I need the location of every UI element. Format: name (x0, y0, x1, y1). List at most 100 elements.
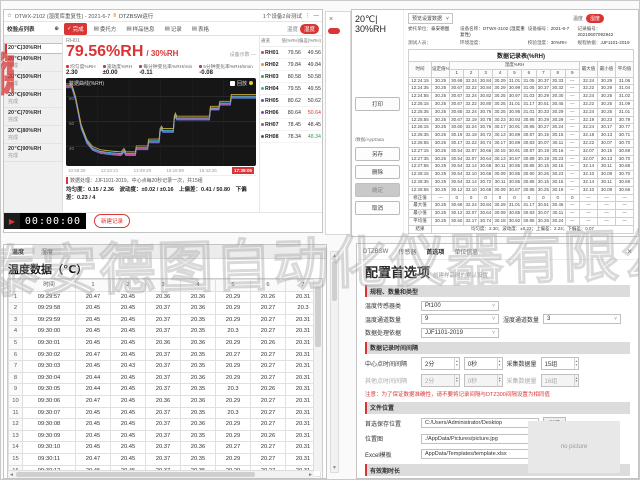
center-interval-sec-spinner[interactable]: 0秒▴▾ (464, 357, 503, 370)
play-button[interactable]: ▶ (4, 213, 20, 229)
scrollbar-thumb[interactable] (16, 472, 255, 477)
tab-委托方[interactable]: ▤委托方 (91, 23, 120, 35)
channel-color-dot (261, 99, 264, 102)
cell-value: 30.82 (478, 93, 492, 101)
favorite-star-icon[interactable]: ☆ (7, 13, 12, 19)
pref-tab-单位信息[interactable]: 单位信息 (454, 247, 478, 256)
hum-channel-count-select[interactable]: 3˅ (543, 314, 621, 324)
temp-sensor-type-select[interactable]: Pt100˅ (421, 301, 499, 311)
calibration-point-item[interactable]: 20℃|40%RH完成 (4, 54, 62, 72)
scroll-right-icon[interactable]: ► (308, 471, 313, 479)
cell-temp: 20.45 (76, 337, 111, 349)
tab-记录[interactable]: ▤记录 (162, 23, 185, 35)
log-table-row[interactable]: 1509:30:1120.4720.4520.3720.3520.2920.27… (9, 453, 321, 465)
center-count-spinner[interactable]: 15组▴▾ (541, 357, 580, 370)
calibration-point-item[interactable]: 20℃|60%RH完成 (4, 90, 62, 108)
calibration-point-item[interactable]: 20℃|30%RH完成 (4, 43, 63, 54)
toggle-temperature[interactable]: 温度 (287, 25, 298, 33)
log-table-row[interactable]: 809:30:0420.4420.4520.3720.3620.2920.272… (9, 372, 321, 384)
info-label: 设备编号： (528, 26, 551, 31)
row-index: 12 (9, 419, 23, 431)
cell-value: 30.95 (507, 108, 521, 116)
scrollbar-thumb[interactable] (332, 261, 337, 301)
channel-value: 78.34 (282, 134, 301, 140)
cell-value: 30.74 (478, 139, 492, 147)
temp-channel-count-select[interactable]: 9˅ (421, 314, 499, 324)
channel-name: RH07 (265, 122, 282, 128)
data-standard-select[interactable]: JJF1101-2019˅ (421, 328, 499, 338)
cell-value: --- (565, 93, 580, 101)
calibration-point-item[interactable]: 20℃|90%RH完成 (4, 144, 62, 162)
cell-set: 30.25 (432, 93, 450, 101)
log-table-row[interactable]: 609:30:0220.4720.4520.3720.3520.2720.272… (9, 349, 321, 361)
cell-temp: 20.37 (146, 453, 181, 465)
cell-value: 30.54 (450, 147, 464, 155)
取消-button[interactable]: 取消 (355, 201, 400, 215)
background-vertical-scrollbar[interactable]: ▲ ▼ (330, 251, 339, 473)
cell-value: 32.07 (464, 210, 478, 218)
tab-样品信息[interactable]: ▤样品信息 (123, 23, 157, 35)
log-table-row[interactable]: 709:30:0320.4520.4320.3720.3520.2920.272… (9, 361, 321, 373)
pref-tab-首选项[interactable]: 首选项 (426, 247, 444, 256)
close-icon[interactable]: × (329, 16, 333, 23)
cell-value: 30.89 (507, 132, 521, 140)
scrollbar-thumb[interactable] (315, 287, 321, 347)
log-table-row[interactable]: 1209:30:0820.4520.4520.3720.3620.2920.27… (9, 419, 321, 431)
log-table-row[interactable]: 309:29:5920.4520.4520.3720.3520.2920.272… (9, 314, 321, 326)
new-record-button[interactable]: 新建记录 (94, 214, 130, 228)
save-location-input[interactable]: C:/Users/Administrator/Desktop (421, 418, 539, 428)
report-toggle-humidity[interactable]: 湿度 (586, 14, 604, 23)
log-table-row[interactable]: 409:30:0020.4520.4520.3720.3520.320.2720… (9, 326, 321, 338)
pref-tab-DTZBSW[interactable]: DTZBSW (363, 249, 388, 255)
log-table-row[interactable]: 1009:30:0620.4720.4520.3620.3620.2920.27… (9, 395, 321, 407)
删除-button[interactable]: 删除 (355, 165, 400, 179)
cell-temp: 20.37 (146, 442, 181, 454)
log-table-row[interactable]: 909:30:0520.4420.4520.3720.3520.320.2620… (9, 384, 321, 396)
channel-color-dot (261, 63, 264, 66)
picture-path-input[interactable]: ./AppData/Pictures/picture.jpg (421, 434, 539, 444)
log-tab-温度[interactable]: 温度 (4, 245, 32, 258)
cell-temp: 20.45 (111, 349, 146, 361)
report-table-row: 12:27:5530.2530.5432.1430.6830.1130.8530… (409, 163, 634, 171)
report-view-dropdown[interactable]: 预览设置数据 ˅ (408, 13, 453, 24)
temp-vertical-scrollbar[interactable] (313, 279, 322, 471)
pref-tab-传感器[interactable]: 传感器 (398, 247, 416, 256)
scroll-down-icon[interactable]: ▼ (331, 464, 338, 472)
calibration-point-item[interactable]: 20℃|70%RH完成 (4, 108, 62, 126)
calibration-point-item[interactable]: 20℃|50%RH完成 (4, 72, 62, 90)
close-icon[interactable]: × (627, 247, 632, 256)
log-table-row[interactable]: 1309:30:0920.4520.4520.3720.3520.2920.26… (9, 430, 321, 442)
log-table-row[interactable]: 509:30:0120.4520.4520.3620.3620.2920.262… (9, 337, 321, 349)
more-icon[interactable]: ⋮ (305, 13, 311, 19)
toggle-humidity[interactable]: 湿度 (300, 24, 319, 34)
scroll-up-icon[interactable]: ▲ (331, 252, 338, 260)
add-point-icon[interactable]: ⊕ (54, 26, 59, 32)
legend-checkbox-icon[interactable] (230, 81, 235, 86)
log-table-row[interactable]: 109:29:5720.4720.4520.3620.3620.2920.262… (9, 291, 321, 303)
temperature-log-window: 温度湿度 温度数据（℃） 时间1234567109:29:5720.4720.4… (3, 244, 327, 479)
cell-max: 32.24 (580, 124, 598, 132)
temp-horizontal-scrollbar[interactable]: ◄ ► (8, 470, 314, 479)
log-table-row[interactable]: 1409:30:1020.4520.4520.3720.3620.2720.27… (9, 442, 321, 454)
另存-button[interactable]: 另存 (355, 147, 400, 161)
row-index: 8 (9, 372, 23, 384)
scroll-left-icon[interactable]: ◄ (9, 471, 14, 479)
print-button[interactable]: 打印 (355, 97, 400, 111)
log-tab-湿度[interactable]: 湿度 (33, 245, 61, 258)
minimize-icon[interactable]: — (314, 13, 320, 19)
pause-icon[interactable]: ‖ (113, 13, 116, 19)
log-table-row[interactable]: 1109:30:0720.4520.4520.3720.3520.320.272… (9, 407, 321, 419)
log-table-row[interactable]: 209:29:5820.4520.4520.3720.3620.2920.272… (9, 303, 321, 315)
center-interval-min-spinner[interactable]: 2分▴▾ (421, 357, 460, 370)
excel-template-input[interactable]: AppData/Templates/template.xlsx (421, 449, 539, 459)
cell-temp: 20.36 (181, 442, 216, 454)
cell-value: 30.85 (522, 163, 536, 171)
humidity-line-chart[interactable]: 数据曲线(%RH) 回放 806040 (66, 78, 256, 166)
tab-表格[interactable]: ▤表格 (189, 23, 212, 35)
report-toggle-temperature[interactable]: 温度 (573, 15, 583, 22)
calibration-point-item[interactable]: 20℃|80%RH完成 (4, 126, 62, 144)
center-count-label: 采集数据量 (507, 359, 537, 368)
cell-temp: 20.36 (181, 419, 216, 431)
tab-完成[interactable]: ✓完成 (64, 23, 87, 35)
legend-help-icon[interactable] (249, 81, 253, 85)
